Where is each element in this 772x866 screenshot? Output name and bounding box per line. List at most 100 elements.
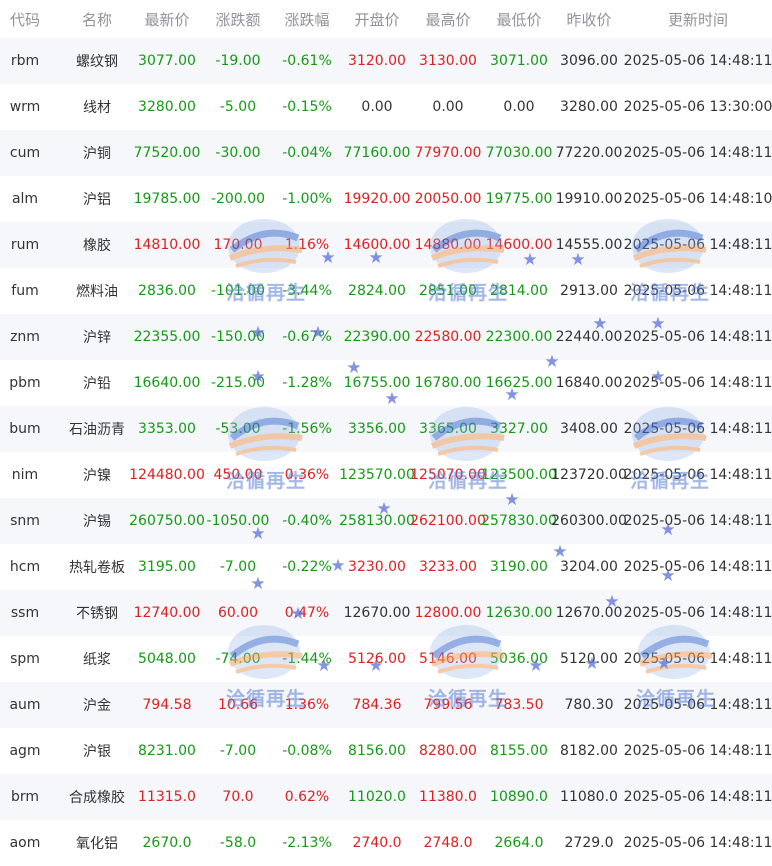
cell-code: bum	[9, 421, 41, 437]
cell-last-price: 5048.00	[138, 651, 196, 667]
cell-update-time: 2025-05-06 14:48:11	[623, 743, 772, 759]
cell-name: 沪锌	[83, 330, 111, 346]
cell-low: 3190.00	[490, 559, 548, 575]
cell-high: 3233.00	[419, 559, 477, 575]
header-change-pct[interactable]: 涨跌幅	[278, 0, 336, 38]
cell-last-price: 3353.00	[138, 421, 196, 437]
cell-change: -7.00	[219, 559, 257, 575]
cell-change-pct: -0.08%	[282, 743, 332, 759]
cell-low: 22300.00	[485, 329, 553, 345]
table-row[interactable]: cum 沪铜 77520.00 -30.00 -0.04% 77160.00 77970.0…	[0, 130, 772, 176]
cell-open: 22390.00	[343, 329, 411, 345]
cell-update-time: 2025-05-06 14:48:11	[623, 789, 772, 805]
cell-code: ssm	[10, 605, 40, 621]
cell-change-pct: -3.44%	[282, 283, 332, 299]
cell-change: 70.0	[222, 789, 254, 805]
cell-high: 2748.0	[423, 835, 473, 851]
cell-change-pct: -0.22%	[282, 559, 332, 575]
table-row[interactable]: agm 沪银 8231.00 -7.00 -0.08% 8156.00 8280.00 815…	[0, 728, 772, 774]
cell-update-time: 2025-05-06 14:48:11	[623, 697, 772, 713]
cell-high: 14880.00	[414, 237, 482, 253]
cell-name: 沪金	[83, 698, 111, 714]
cell-high: 8280.00	[419, 743, 477, 759]
table-row[interactable]: spm 纸浆 5048.00 -74.00 -1.44% 5126.00 5146.00 50…	[0, 636, 772, 682]
table-body: rbm 螺纹钢 3077.00 -19.00 -0.61% 3120.00 3130.00 3…	[0, 38, 772, 866]
cell-name: 沪银	[83, 744, 111, 760]
cell-update-time: 2025-05-06 14:48:11	[623, 283, 772, 299]
header-prev-close[interactable]: 昨收价	[556, 0, 622, 38]
cell-prev-close: 3408.00	[560, 421, 618, 437]
cell-update-time: 2025-05-06 14:48:11	[623, 467, 772, 483]
cell-prev-close: 780.30	[564, 697, 614, 713]
cell-high: 3365.00	[419, 421, 477, 437]
cell-code: aom	[9, 835, 41, 851]
cell-change-pct: 0.47%	[284, 605, 330, 621]
header-code[interactable]: 代码	[0, 0, 50, 38]
cell-open: 16755.00	[343, 375, 411, 391]
cell-low: 8155.00	[490, 743, 548, 759]
cell-high: 22580.00	[414, 329, 482, 345]
cell-update-time: 2025-05-06 14:48:11	[623, 651, 772, 667]
cell-change-pct: -0.04%	[282, 145, 332, 161]
cell-name: 沪铝	[83, 192, 111, 208]
cell-update-time: 2025-05-06 14:48:11	[623, 605, 772, 621]
table-row[interactable]: bum 石油沥青 3353.00 -53.00 -1.56% 3356.00 3365.00…	[0, 406, 772, 452]
cell-code: snm	[10, 513, 40, 529]
cell-change: -30.00	[215, 145, 261, 161]
cell-update-time: 2025-05-06 14:48:11	[623, 375, 772, 391]
cell-open: 3120.00	[348, 53, 406, 69]
cell-prev-close: 11080.0	[560, 789, 618, 805]
cell-open: 2740.0	[352, 835, 402, 851]
cell-name: 沪锡	[83, 514, 111, 530]
header-name[interactable]: 名称	[58, 0, 136, 38]
cell-low: 10890.0	[490, 789, 548, 805]
cell-last-price: 3077.00	[138, 53, 196, 69]
header-update-time[interactable]: 更新时间	[632, 0, 764, 38]
cell-change: 170.00	[213, 237, 263, 253]
cell-update-time: 2025-05-06 14:48:10	[623, 191, 772, 207]
table-row[interactable]: ssm 不锈钢 12740.00 60.00 0.47% 12670.00 12800.00…	[0, 590, 772, 636]
cell-high: 125070.00	[410, 467, 486, 483]
cell-last-price: 19785.00	[133, 191, 201, 207]
cell-code: rum	[10, 237, 40, 253]
cell-change-pct: -0.40%	[282, 513, 332, 529]
quote-table: 代码 名称 最新价 涨跌额 涨跌幅 开盘价 最高价 最低价 昨收价 更新时间 r…	[0, 0, 772, 866]
table-row[interactable]: hcm 热轧卷板 3195.00 -7.00 -0.22% 3230.00 3233.00 3…	[0, 544, 772, 590]
cell-low: 16625.00	[485, 375, 553, 391]
cell-change: -74.00	[215, 651, 261, 667]
table-row[interactable]: aom 氧化铝 2670.0 -58.0 -2.13% 2740.0 2748.0 2664.…	[0, 820, 772, 866]
cell-change: -101.00	[210, 283, 266, 299]
cell-high: 20050.00	[414, 191, 482, 207]
cell-change-pct: -0.67%	[282, 329, 332, 345]
cell-last-price: 794.58	[142, 697, 192, 713]
table-row[interactable]: nim 沪镍 124480.00 450.00 0.36% 123570.00 125070…	[0, 452, 772, 498]
cell-code: agm	[9, 743, 41, 759]
cell-code: pbm	[9, 375, 41, 391]
table-row[interactable]: fum 燃料油 2836.00 -101.00 -3.44% 2824.00 2851.00…	[0, 268, 772, 314]
cell-last-price: 260750.00	[129, 513, 205, 529]
table-row[interactable]: rum 橡胶 14810.00 170.00 1.16% 14600.00 14880.00…	[0, 222, 772, 268]
table-row[interactable]: snm 沪锡 260750.00 -1050.00 -0.40% 258130.00 262…	[0, 498, 772, 544]
table-row[interactable]: aum 沪金 794.58 10.66 1.36% 784.36 799.56 783.50 7…	[0, 682, 772, 728]
cell-change-pct: -1.56%	[282, 421, 332, 437]
header-low[interactable]: 最低价	[484, 0, 554, 38]
cell-name: 线材	[83, 100, 111, 116]
cell-low: 783.50	[494, 697, 544, 713]
cell-name: 纸浆	[83, 652, 111, 668]
cell-open: 19920.00	[343, 191, 411, 207]
cell-open: 0.00	[361, 99, 393, 115]
table-row[interactable]: wrm 线材 3280.00 -5.00 -0.15% 0.00 0.00 0.00 3280.…	[0, 84, 772, 130]
cell-prev-close: 8182.00	[560, 743, 618, 759]
header-high[interactable]: 最高价	[414, 0, 482, 38]
header-last-price[interactable]: 最新价	[136, 0, 198, 38]
cell-name: 沪铅	[83, 376, 111, 392]
table-row[interactable]: alm 沪铝 19785.00 -200.00 -1.00% 19920.00 20050.…	[0, 176, 772, 222]
table-row[interactable]: rbm 螺纹钢 3077.00 -19.00 -0.61% 3120.00 3130.00 3…	[0, 38, 772, 84]
table-row[interactable]: pbm 沪铅 16640.00 -215.00 -1.28% 16755.00 16780.…	[0, 360, 772, 406]
table-row[interactable]: brm 合成橡胶 11315.0 70.0 0.62% 11020.0 11380.0 108…	[0, 774, 772, 820]
cell-high: 3130.00	[419, 53, 477, 69]
table-row[interactable]: znm 沪锌 22355.00 -150.00 -0.67% 22390.00 22580.…	[0, 314, 772, 360]
header-open[interactable]: 开盘价	[344, 0, 410, 38]
cell-update-time: 2025-05-06 14:48:11	[623, 559, 772, 575]
header-change[interactable]: 涨跌额	[206, 0, 270, 38]
